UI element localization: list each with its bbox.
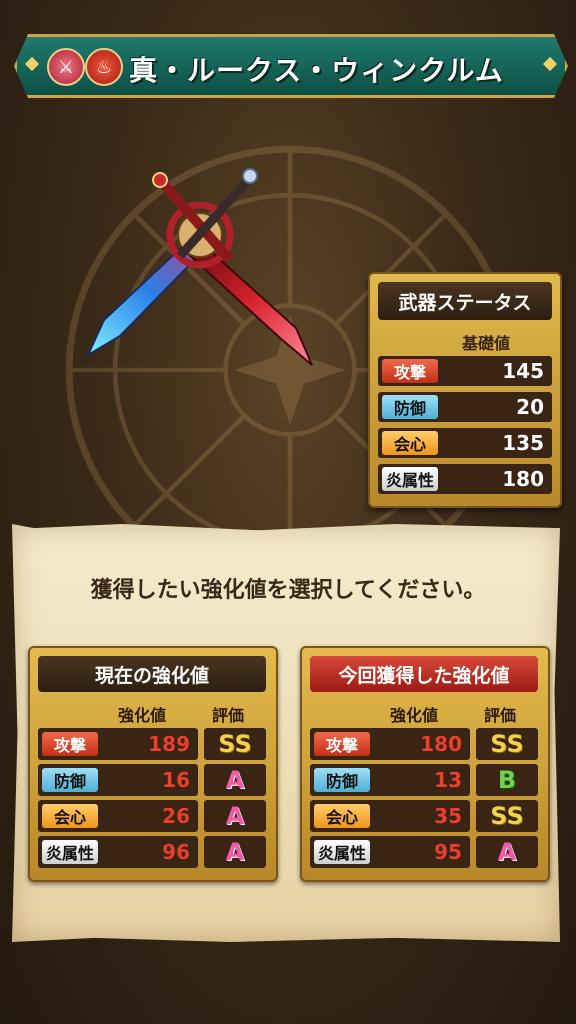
enhance-value: 96 <box>162 840 190 864</box>
weapon-status-title: 武器ステータス <box>378 282 552 320</box>
grade-badge: A <box>204 764 266 796</box>
banner-gem-right <box>543 57 557 71</box>
enhance-value-header: 強化値 <box>118 706 167 725</box>
enhance-value-header: 強化値 <box>390 706 439 725</box>
obtained-enhancement-panel[interactable]: 今回獲得した強化値 強化値 評価 攻撃 180 SS 防御 13 B 会心 35 SS… <box>300 646 550 882</box>
obtained-row-fire: 炎属性 95 A <box>310 836 538 868</box>
obtained-panel-title: 今回獲得した強化値 <box>310 656 538 692</box>
grade-badge: SS <box>476 728 538 760</box>
sword-icon: ⚔ <box>47 48 85 86</box>
stat-label: 防御 <box>314 768 370 792</box>
weapon-status-panel: 武器ステータス 基礎値 攻撃 145 防御 20 会心 135 炎属性 180 <box>368 272 562 508</box>
stat-value: 20 <box>516 395 544 419</box>
current-enhancement-panel[interactable]: 現在の強化値 強化値 評価 攻撃 189 SS 防御 16 A 会心 26 A 炎属性… <box>28 646 278 882</box>
obtained-row-attack: 攻撃 180 SS <box>310 728 538 760</box>
weapon-image <box>85 168 313 366</box>
stat-label: 会心 <box>42 804 98 828</box>
current-row-defense: 防御 16 A <box>38 764 266 796</box>
stat-label: 炎属性 <box>42 840 98 864</box>
status-row-fire: 炎属性 180 <box>378 464 552 494</box>
fire-icon: ♨ <box>85 48 123 86</box>
enhance-value: 189 <box>148 732 190 756</box>
enhance-value: 180 <box>420 732 462 756</box>
grade-badge: A <box>204 800 266 832</box>
enhance-value: 35 <box>434 804 462 828</box>
current-row-critical: 会心 26 A <box>38 800 266 832</box>
status-row-attack: 攻撃 145 <box>378 356 552 386</box>
stat-label: 攻撃 <box>314 732 370 756</box>
status-row-critical: 会心 135 <box>378 428 552 458</box>
obtained-row-critical: 会心 35 SS <box>310 800 538 832</box>
grade-badge: B <box>476 764 538 796</box>
grade-header: 評価 <box>484 706 517 725</box>
stat-label: 会心 <box>382 431 438 455</box>
stat-label: 防御 <box>382 395 438 419</box>
stat-value: 135 <box>502 431 544 455</box>
grade-badge: A <box>204 836 266 868</box>
obtained-row-defense: 防御 13 B <box>310 764 538 796</box>
stat-label: 炎属性 <box>314 840 370 864</box>
title-banner: ⚔ ♨ 真・ルークス・ウィンクルム <box>14 34 568 98</box>
stat-value: 180 <box>502 467 544 491</box>
stat-label: 炎属性 <box>382 467 438 491</box>
stat-label: 防御 <box>42 768 98 792</box>
current-panel-title: 現在の強化値 <box>38 656 266 692</box>
enhance-value: 16 <box>162 768 190 792</box>
grade-header: 評価 <box>212 706 245 725</box>
stat-label: 攻撃 <box>42 732 98 756</box>
grade-badge: SS <box>204 728 266 760</box>
banner-gem-left <box>25 57 39 71</box>
stat-value: 145 <box>502 359 544 383</box>
stat-label: 会心 <box>314 804 370 828</box>
selection-prompt: 獲得したい強化値を選択してください。 <box>90 578 486 603</box>
stat-label: 攻撃 <box>382 359 438 383</box>
current-row-fire: 炎属性 96 A <box>38 836 266 868</box>
grade-badge: A <box>476 836 538 868</box>
grade-badge: SS <box>476 800 538 832</box>
weapon-name: 真・ルークス・ウィンクルム <box>129 54 504 87</box>
enhance-value: 26 <box>162 804 190 828</box>
base-value-header: 基礎値 <box>462 334 511 353</box>
status-row-defense: 防御 20 <box>378 392 552 422</box>
enhance-value: 95 <box>434 840 462 864</box>
enhance-value: 13 <box>434 768 462 792</box>
current-row-attack: 攻撃 189 SS <box>38 728 266 760</box>
